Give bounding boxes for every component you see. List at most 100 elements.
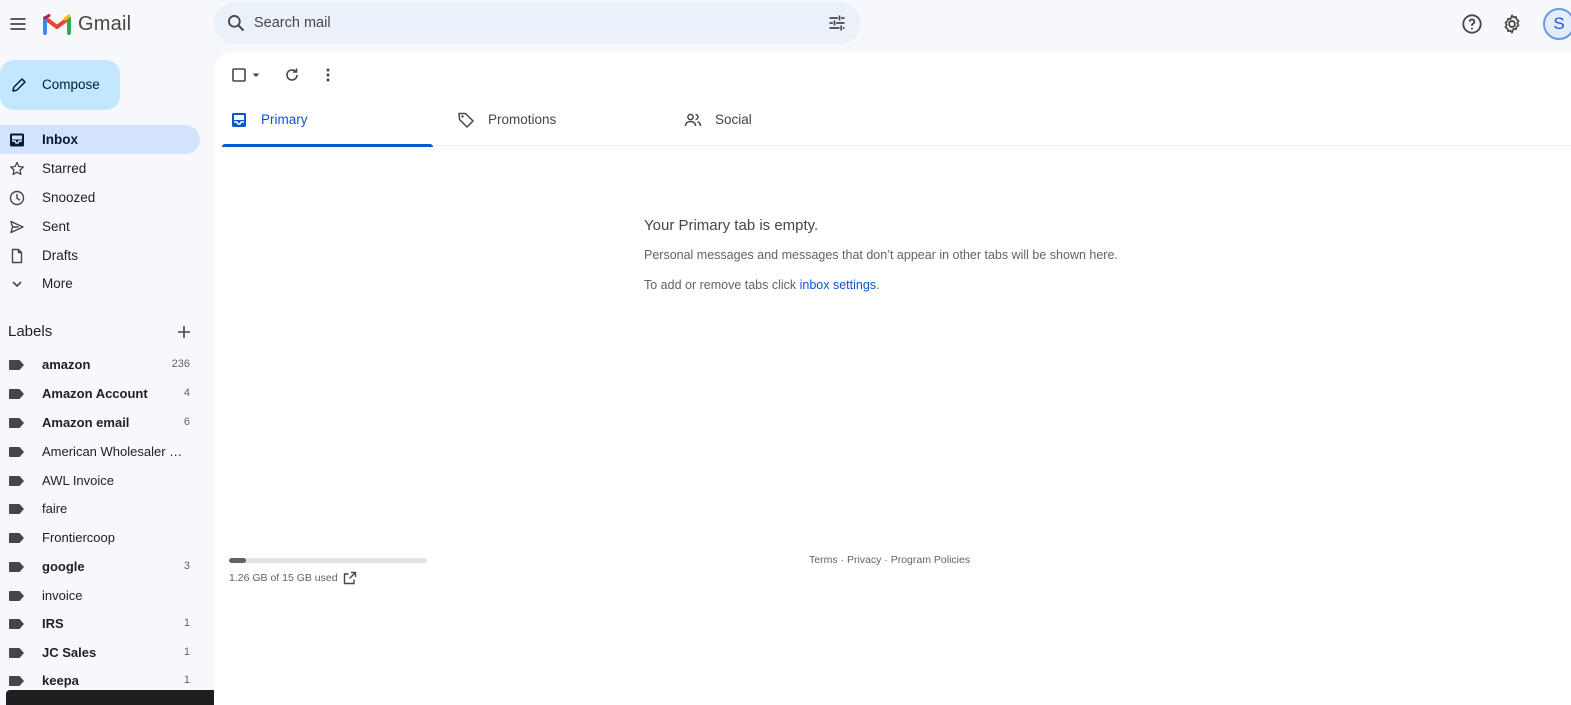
- inbox-tab-icon: [232, 113, 246, 127]
- compose-label: Compose: [42, 77, 100, 92]
- label-icon: [9, 562, 24, 572]
- tab-promotions[interactable]: Promotions: [449, 98, 660, 146]
- label-item-invoice[interactable]: invoice: [0, 581, 200, 609]
- label-name: invoice: [42, 588, 83, 603]
- empty-state-title: Your Primary tab is empty.: [644, 217, 819, 234]
- tab-label: Primary: [261, 112, 308, 127]
- label-count: 6: [183, 416, 190, 428]
- sidebar-item-label: Inbox: [42, 132, 78, 147]
- label-icon: [9, 648, 24, 658]
- storage-meter: [229, 558, 427, 563]
- label-item-amazon-email[interactable]: Amazon email 6: [0, 408, 200, 436]
- tag-icon: [458, 112, 474, 128]
- search-bar[interactable]: [214, 2, 861, 44]
- refresh-button[interactable]: [284, 65, 300, 85]
- label-icon: [9, 619, 24, 629]
- help-button[interactable]: [1461, 13, 1483, 35]
- tab-primary[interactable]: Primary: [222, 98, 433, 147]
- settings-icon: [1504, 14, 1520, 34]
- search-input[interactable]: [254, 12, 814, 34]
- help-icon: [1462, 14, 1482, 34]
- sidebar-item-label: Starred: [42, 161, 87, 176]
- label-item-awl-invoice[interactable]: AWL Invoice: [0, 466, 200, 494]
- pencil-icon: [12, 78, 26, 92]
- sidebar-item-starred[interactable]: Starred: [0, 154, 200, 183]
- compose-button[interactable]: Compose: [0, 60, 120, 110]
- inbox-icon: [10, 133, 24, 147]
- label-item-amazon-account[interactable]: Amazon Account 4: [0, 379, 200, 407]
- gmail-logo[interactable]: Gmail: [43, 12, 131, 36]
- sidebar-item-inbox[interactable]: Inbox: [0, 125, 200, 154]
- send-icon: [10, 220, 24, 234]
- chevron-down-icon: [12, 281, 22, 288]
- sidebar-item-sent[interactable]: Sent: [0, 212, 200, 241]
- account-avatar[interactable]: S: [1543, 8, 1571, 40]
- empty-state: Your Primary tab is empty. Personal mess…: [644, 217, 1264, 292]
- label-icon: [9, 447, 24, 457]
- label-icon: [9, 533, 24, 543]
- tab-label: Social: [715, 112, 752, 127]
- hint-suffix: .: [876, 278, 880, 292]
- search-options-icon[interactable]: [826, 13, 848, 33]
- sidebar-item-label: Snoozed: [42, 190, 96, 205]
- label-icon: [9, 476, 24, 486]
- inbox-settings-link[interactable]: inbox settings: [800, 278, 876, 292]
- tab-label: Promotions: [488, 112, 557, 127]
- label-name: keepa: [42, 673, 79, 688]
- main-panel: Primary Promotions Social Your Primary t…: [214, 53, 1571, 705]
- label-icon: [9, 591, 24, 601]
- labels-heading: Labels: [8, 323, 53, 340]
- more-options-button[interactable]: [320, 65, 336, 85]
- select-all-checkbox[interactable]: [231, 65, 262, 85]
- label-icon: [9, 504, 24, 514]
- category-tabs: Primary Promotions Social: [222, 98, 1571, 147]
- label-item-frontiercoop[interactable]: Frontiercoop: [0, 523, 200, 551]
- program-policies-link[interactable]: Program Policies: [891, 554, 970, 566]
- footer-links: Terms · Privacy · Program Policies: [809, 554, 970, 566]
- label-item-jc-sales[interactable]: JC Sales 1: [0, 638, 200, 666]
- label-icon: [9, 360, 24, 370]
- sidebar-item-snoozed[interactable]: Snoozed: [0, 183, 200, 212]
- checkbox-icon: [232, 68, 246, 82]
- label-icon: [9, 676, 24, 686]
- label-count: 1: [183, 674, 190, 686]
- sidebar-item-more[interactable]: More: [0, 269, 200, 298]
- label-item-faire[interactable]: faire: [0, 494, 200, 522]
- footer-separator: ·: [837, 554, 847, 566]
- open-in-new-icon[interactable]: [343, 571, 357, 585]
- main-menu-button[interactable]: [6, 12, 30, 36]
- label-item-american-wholesaler[interactable]: American Wholesaler S...: [0, 437, 200, 465]
- empty-state-description: Personal messages and messages that don’…: [644, 248, 1118, 262]
- label-count: 4: [183, 387, 190, 399]
- storage-usage-text: 1.26 GB of 15 GB used: [229, 572, 338, 584]
- privacy-link[interactable]: Privacy: [847, 554, 881, 566]
- label-name: JC Sales: [42, 645, 97, 660]
- plus-icon[interactable]: [176, 324, 192, 340]
- label-item-amazon[interactable]: amazon 236: [0, 350, 200, 378]
- label-item-google[interactable]: google 3: [0, 552, 200, 580]
- sidebar-item-label: Drafts: [42, 248, 79, 263]
- label-name: AWL Invoice: [42, 473, 115, 488]
- sidebar-item-drafts[interactable]: Drafts: [0, 241, 200, 270]
- label-name: google: [42, 559, 85, 574]
- tab-social[interactable]: Social: [676, 98, 887, 146]
- caret-down-icon[interactable]: [250, 69, 262, 81]
- app-name: Gmail: [78, 12, 132, 35]
- active-tab-indicator: [222, 144, 433, 147]
- label-icon: [9, 418, 24, 428]
- hint-text: To add or remove tabs click: [644, 278, 800, 292]
- label-item-irs[interactable]: IRS 1: [0, 609, 200, 637]
- sidebar-item-label: Sent: [42, 219, 70, 234]
- search-icon[interactable]: [226, 13, 246, 33]
- top-bar: Gmail S: [0, 0, 1571, 48]
- label-name: Amazon email: [42, 415, 130, 430]
- label-count: 3: [183, 560, 190, 572]
- label-name: Amazon Account: [42, 386, 148, 401]
- label-icon: [9, 389, 24, 399]
- settings-button[interactable]: [1501, 13, 1523, 35]
- terms-link[interactable]: Terms: [809, 554, 838, 566]
- menu-icon: [10, 18, 26, 30]
- sidebar: Compose Inbox Starred Snoozed Sent Draft…: [0, 48, 423, 705]
- people-icon: [684, 113, 702, 127]
- label-count: 236: [171, 358, 190, 370]
